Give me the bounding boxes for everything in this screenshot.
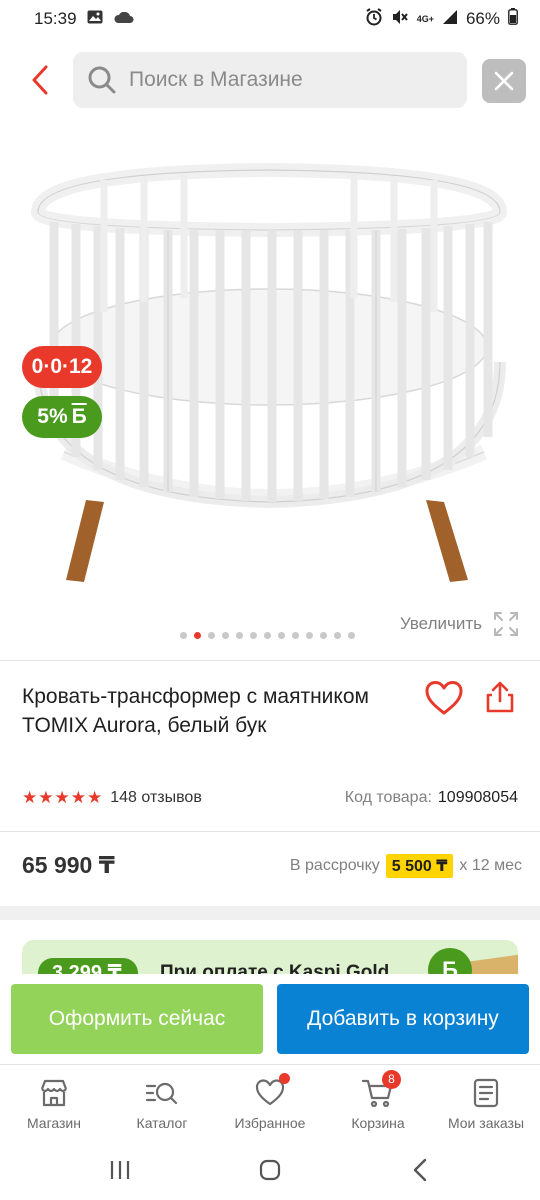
battery-icon bbox=[508, 8, 518, 30]
recent-apps-icon bbox=[110, 1161, 130, 1179]
nav-item-catalog[interactable]: Каталог bbox=[108, 1065, 216, 1140]
pagination-dot[interactable] bbox=[208, 632, 215, 639]
catalog-search-icon bbox=[145, 1082, 178, 1105]
share-icon bbox=[486, 681, 514, 713]
bonus-coin-icon: Б bbox=[428, 948, 472, 974]
pagination-dot[interactable] bbox=[264, 632, 271, 639]
sku-label: Код товара: bbox=[344, 789, 432, 806]
pagination-dot[interactable] bbox=[306, 632, 313, 639]
back-icon bbox=[413, 1158, 427, 1182]
nav-label: Мои заказы bbox=[447, 1115, 525, 1131]
nav-label: Избранное bbox=[234, 1115, 306, 1131]
close-icon bbox=[494, 71, 514, 91]
pagination-dot[interactable] bbox=[320, 632, 327, 639]
cart-count-badge: 8 bbox=[382, 1070, 401, 1089]
chevron-left-icon bbox=[32, 65, 48, 95]
heart-icon bbox=[425, 681, 463, 715]
alarm-icon bbox=[365, 7, 383, 31]
star-icon: ★ bbox=[38, 788, 54, 807]
star-icon: ★ bbox=[87, 788, 103, 807]
kaspi-gold-promo[interactable]: 3 299 ₸ При оплате с Kaspi Gold Б bbox=[22, 940, 518, 974]
share-button[interactable] bbox=[483, 680, 519, 716]
divider bbox=[0, 831, 540, 832]
status-time: 15:39 bbox=[34, 9, 77, 28]
nav-item-shop[interactable]: Магазин bbox=[0, 1065, 108, 1140]
expand-icon bbox=[494, 612, 518, 636]
pagination-dot[interactable] bbox=[236, 632, 243, 639]
divider bbox=[0, 660, 540, 661]
pagination-dot[interactable] bbox=[194, 632, 201, 639]
search-header bbox=[0, 48, 540, 112]
installment-label: В рассрочку bbox=[289, 856, 380, 874]
gallery-pagination[interactable] bbox=[180, 632, 355, 639]
network-icon: 4G+ bbox=[416, 13, 434, 24]
signal-icon bbox=[442, 9, 458, 30]
pagination-dot[interactable] bbox=[292, 632, 299, 639]
search-input[interactable] bbox=[129, 68, 449, 92]
installment-badge: 0·0·12 bbox=[22, 346, 102, 388]
back-button[interactable] bbox=[22, 58, 58, 102]
nav-label: Магазин bbox=[26, 1115, 81, 1131]
recent-apps-button[interactable] bbox=[100, 1150, 140, 1190]
bottom-navigation: Магазин Каталог Избранное 8 Корзина Мои … bbox=[0, 1064, 540, 1140]
home-icon bbox=[259, 1159, 281, 1181]
nav-label: Корзина bbox=[351, 1115, 405, 1131]
rating-row: ★ ★ ★ ★ ★ 148 отзывов Код товара: 109908054 bbox=[22, 788, 518, 808]
bonus-badge: 5% Б bbox=[22, 396, 102, 438]
nav-item-orders[interactable]: Мои заказы bbox=[432, 1065, 540, 1140]
cloud-icon bbox=[113, 9, 135, 29]
price-row: 65 990 ₸ В рассрочку 5 500 ₸ х 12 мес bbox=[22, 852, 522, 879]
section-separator bbox=[0, 906, 540, 920]
favorite-button[interactable] bbox=[424, 680, 466, 716]
close-search-button[interactable] bbox=[482, 59, 526, 103]
action-bar: Оформить сейчас Добавить в корзину bbox=[0, 974, 540, 1066]
zoom-button[interactable]: Увеличить bbox=[400, 610, 520, 638]
system-navigation bbox=[0, 1140, 540, 1200]
product-gallery[interactable]: 0·0·12 5% Б Увеличить bbox=[0, 124, 540, 654]
search-box[interactable] bbox=[73, 52, 467, 108]
installment-amount: 5 500 ₸ bbox=[385, 853, 454, 878]
installment-term: х 12 мес bbox=[459, 856, 522, 874]
pagination-dot[interactable] bbox=[250, 632, 257, 639]
orders-icon bbox=[473, 1078, 499, 1108]
zoom-label: Увеличить bbox=[400, 614, 482, 633]
pagination-dot[interactable] bbox=[180, 632, 187, 639]
buy-now-button[interactable]: Оформить сейчас bbox=[11, 984, 263, 1054]
product-price: 65 990 ₸ bbox=[22, 852, 115, 878]
battery-percent: 66% bbox=[465, 9, 500, 28]
nav-item-cart[interactable]: 8 Корзина bbox=[324, 1065, 432, 1140]
home-button[interactable] bbox=[250, 1150, 290, 1190]
pagination-dot[interactable] bbox=[222, 632, 229, 639]
shop-icon bbox=[40, 1079, 68, 1107]
promo-text: При оплате с Kaspi Gold bbox=[160, 962, 390, 974]
pagination-dot[interactable] bbox=[334, 632, 341, 639]
product-title: Кровать-трансформер с маятником TOMIX Au… bbox=[22, 685, 369, 737]
nav-item-favorites[interactable]: Избранное bbox=[216, 1065, 324, 1140]
rating-stars: ★ ★ ★ ★ ★ bbox=[22, 788, 102, 808]
nav-label: Каталог bbox=[136, 1115, 188, 1131]
promo-amount: 3 299 ₸ bbox=[38, 958, 138, 974]
pagination-dot[interactable] bbox=[278, 632, 285, 639]
search-icon bbox=[88, 66, 116, 94]
system-back-button[interactable] bbox=[400, 1150, 440, 1190]
star-icon: ★ bbox=[54, 788, 70, 807]
bonus-percent: 5% bbox=[37, 405, 68, 428]
gallery-notification-icon bbox=[87, 9, 103, 29]
bonus-currency: Б bbox=[71, 405, 87, 428]
add-to-cart-button[interactable]: Добавить в корзину bbox=[277, 984, 529, 1054]
mute-icon bbox=[391, 8, 409, 31]
status-bar: 15:39 4G+ 66% bbox=[0, 0, 540, 38]
installment-info[interactable]: В рассрочку 5 500 ₸ х 12 мес bbox=[289, 853, 522, 878]
sku-value: 109908054 bbox=[437, 789, 518, 806]
notification-dot bbox=[279, 1073, 290, 1084]
reviews-link[interactable]: 148 отзывов bbox=[110, 789, 202, 807]
pagination-dot[interactable] bbox=[348, 632, 355, 639]
star-icon: ★ bbox=[22, 788, 38, 807]
star-icon: ★ bbox=[70, 788, 86, 807]
